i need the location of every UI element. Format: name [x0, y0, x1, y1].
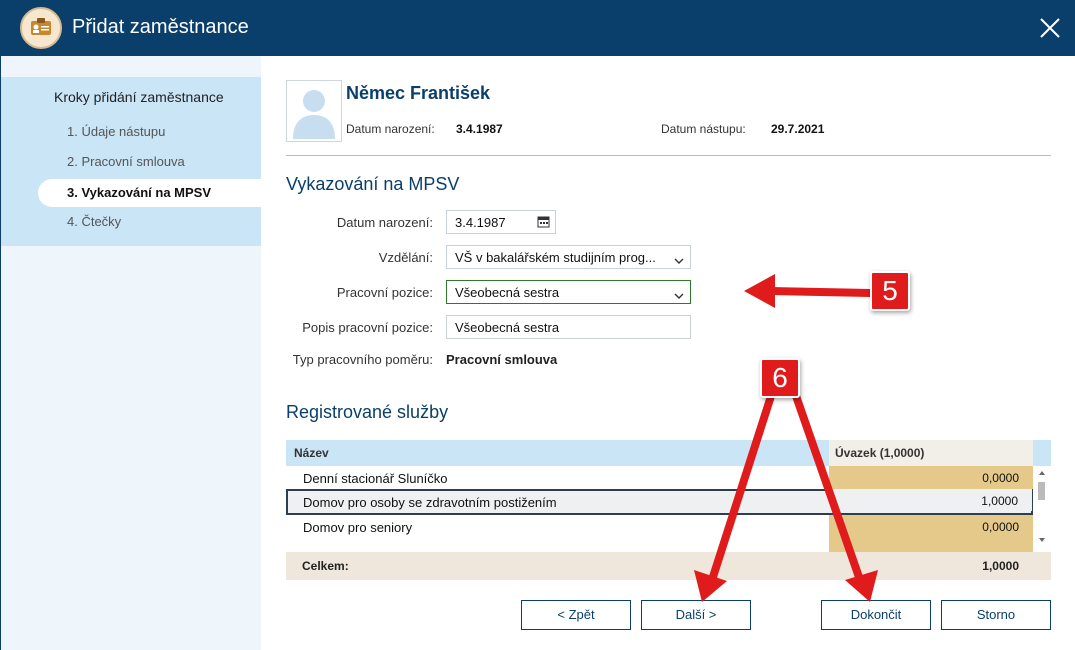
employment-type-label: Typ pracovního poměru: [292, 352, 433, 367]
steps-heading: Kroky přidání zaměstnance [54, 89, 224, 105]
uvazek-cell[interactable]: 1,0000 [829, 489, 1032, 511]
steps-panel: Kroky přidání zaměstnance 1. Údaje nástu… [1, 77, 262, 246]
col-name-header[interactable]: Název [294, 446, 329, 460]
avatar [286, 80, 342, 142]
table-row-selected[interactable]: Domov pro osoby se zdravotním postižením… [286, 489, 1033, 515]
position-desc-input[interactable]: Všeobecná sestra [446, 315, 691, 339]
step-pracovni-smlouva[interactable]: 2. Pracovní smlouva [67, 154, 185, 169]
finish-button[interactable]: Dokončit [821, 600, 931, 630]
section-title-mpsv: Vykazování na MPSV [286, 174, 460, 194]
wizard-sidebar: Kroky přidání zaměstnance 1. Údaje nástu… [0, 56, 262, 650]
employee-card-icon [20, 7, 62, 49]
title-bar: Přidat zaměstnance [0, 0, 1075, 56]
section-title-services: Registrované služby [286, 402, 449, 422]
annotation-badge-6: 6 [760, 358, 800, 398]
close-icon[interactable] [1038, 16, 1062, 40]
uvazek-value: 0,0000 [982, 520, 1019, 534]
position-value: Všeobecná sestra [455, 285, 560, 300]
uvazek-cell [829, 540, 1033, 552]
total-value: 1,0000 [982, 559, 1019, 573]
employment-type-value: Pracovní smlouva [446, 352, 558, 367]
row-name: Domov pro osoby se zdravotním postižením [303, 495, 557, 510]
table-total-row: Celkem: 1,0000 [286, 552, 1051, 580]
table-row[interactable]: Domov pro seniory 0,0000 [286, 515, 1033, 540]
table-row-partial[interactable] [286, 540, 1033, 552]
uvazek-value: 1,0000 [981, 494, 1018, 508]
calendar-icon[interactable] [537, 215, 550, 228]
uvazek-value: 0,0000 [982, 471, 1019, 485]
annotation-badge-5: 5 [870, 271, 910, 311]
uvazek-cell[interactable]: 0,0000 [829, 466, 1033, 491]
step-ctecky[interactable]: 4. Čtečky [67, 214, 121, 229]
total-label: Celkem: [302, 559, 349, 573]
uvazek-cell[interactable]: 0,0000 [829, 515, 1033, 540]
table-scrollbar[interactable] [1033, 466, 1051, 546]
birth-date-field-value: 3.4.1987 [455, 215, 506, 230]
position-label: Pracovní pozice: [336, 285, 433, 300]
mpsv-birth-label: Datum narození: [336, 215, 433, 230]
row-name: Denní stacionář Sluníčko [303, 471, 448, 486]
position-select[interactable]: Všeobecná sestra [446, 280, 691, 304]
next-button[interactable]: Další > [641, 600, 751, 630]
position-desc-value: Všeobecná sestra [455, 320, 560, 335]
chevron-down-icon [674, 288, 684, 299]
table-row[interactable]: Denní stacionář Sluníčko 0,0000 [286, 466, 1033, 491]
window-title: Přidat zaměstnance [72, 16, 249, 38]
back-button[interactable]: < Zpět [521, 600, 631, 630]
scrollbar-thumb[interactable] [1038, 482, 1045, 500]
education-value: VŠ v bakalářském studijním prog... [455, 250, 656, 265]
start-date-label: Datum nástupu: [661, 122, 746, 136]
main-content: Němec František Datum narození: 3.4.1987… [261, 56, 1075, 650]
col-uvazek-header[interactable]: Úvazek (1,0000) [829, 440, 1033, 466]
cancel-button[interactable]: Storno [941, 600, 1051, 630]
chevron-down-icon [674, 253, 684, 264]
birth-date-value: 3.4.1987 [456, 122, 503, 136]
employee-name: Němec František [346, 83, 491, 103]
col-uvazek-label: Úvazek (1,0000) [835, 446, 925, 460]
education-label: Vzdělání: [378, 250, 433, 265]
education-select[interactable]: VŠ v bakalářském studijním prog... [446, 245, 691, 269]
row-name: Domov pro seniory [303, 520, 413, 535]
birth-date-field[interactable]: 3.4.1987 [446, 210, 556, 234]
birth-date-label: Datum narození: [346, 122, 435, 136]
divider [286, 155, 1051, 156]
start-date-value: 29.7.2021 [771, 122, 825, 136]
step-active-label: 3. Vykazování na MPSV [67, 185, 212, 200]
services-table: Název Úvazek (1,0000) Denní stacionář Sl… [286, 440, 1051, 580]
step-udaje-nastupu[interactable]: 1. Údaje nástupu [67, 124, 165, 139]
position-desc-label: Popis pracovní pozice: [302, 320, 433, 335]
table-header: Název Úvazek (1,0000) [286, 440, 1051, 466]
step-vykazovani-mpsv[interactable]: 3. Vykazování na MPSV [38, 179, 262, 207]
